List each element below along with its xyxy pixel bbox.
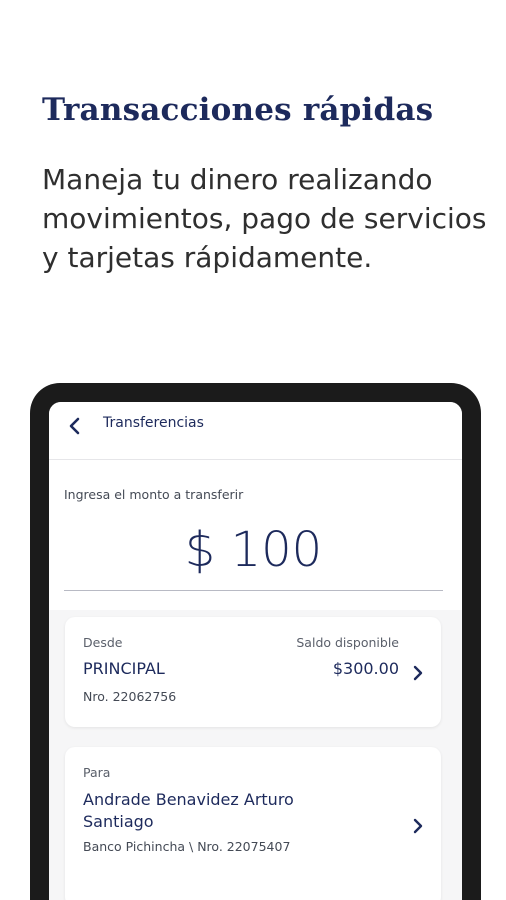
amount-input[interactable] [64, 515, 443, 591]
app-screen: Transferencias Ingresa el monto a transf… [49, 402, 462, 900]
amount-section: Ingresa el monto a transferir [49, 460, 462, 610]
balance-label: Saldo disponible [296, 635, 399, 650]
amount-label: Ingresa el monto a transferir [64, 487, 244, 502]
back-button[interactable] [63, 414, 87, 438]
to-account-card[interactable]: Para Andrade Benavidez Arturo Santiago B… [65, 747, 441, 900]
promo-description: Maneja tu dinero realizando movimientos,… [42, 163, 487, 274]
page-title: Transferencias [103, 415, 204, 431]
chevron-right-icon [409, 817, 427, 835]
from-account-number: Nro. 22062756 [83, 689, 177, 704]
beneficiary-name: Andrade Benavidez Arturo Santiago [83, 790, 294, 831]
app-header: Transferencias [49, 402, 462, 460]
from-account-card[interactable]: Desde Saldo disponible PRINCIPAL $300.00… [65, 617, 441, 727]
from-account-name: PRINCIPAL [83, 659, 165, 678]
chevron-right-icon [409, 664, 427, 682]
to-label: Para [83, 765, 111, 780]
available-balance: $300.00 [332, 659, 399, 678]
from-label: Desde [83, 635, 123, 650]
promo-title: Transacciones rápidas [42, 92, 434, 128]
beneficiary-bank-account: Banco Pichincha \ Nro. 22075407 [83, 839, 291, 854]
chevron-left-icon [69, 417, 80, 435]
